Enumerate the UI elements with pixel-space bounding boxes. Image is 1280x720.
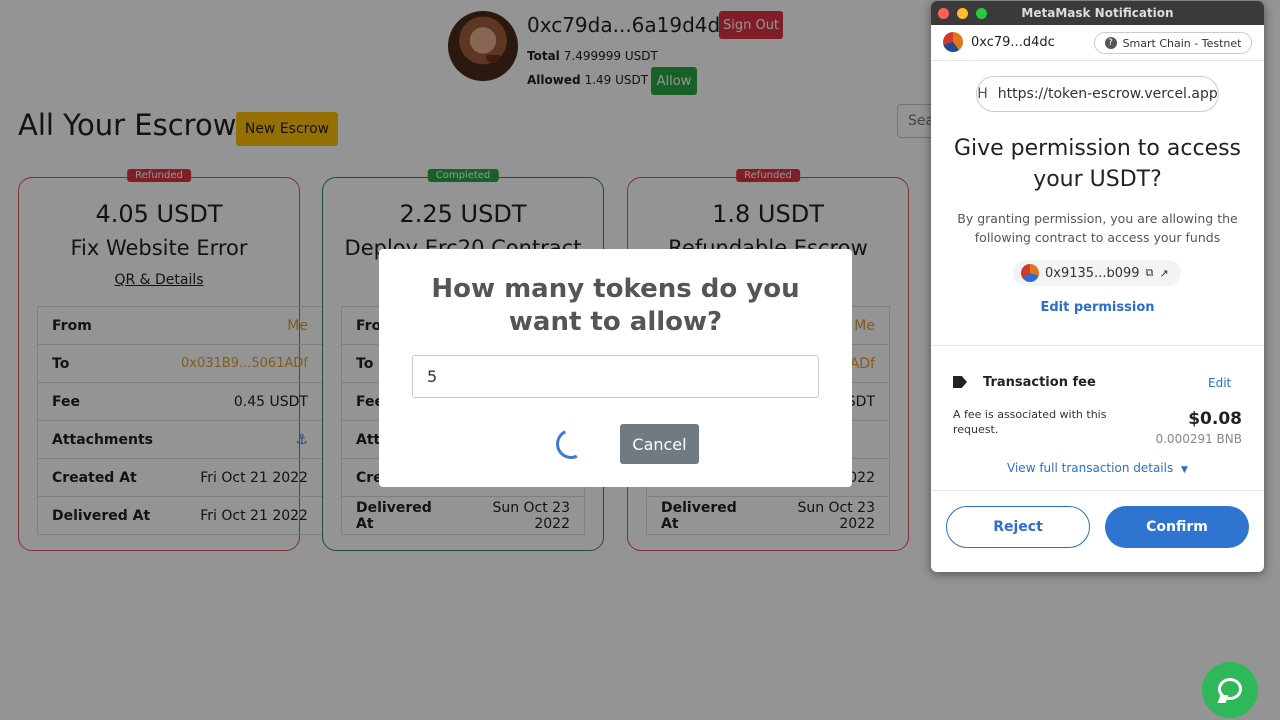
permission-title: Give permission to access your USDT? xyxy=(953,136,1242,192)
window-title: MetaMask Notification xyxy=(1021,6,1174,20)
chat-bubble-tail xyxy=(1217,695,1229,703)
network-question-icon: ? xyxy=(1104,37,1117,49)
origin-site: H https://token-escrow.vercel.app xyxy=(976,76,1219,112)
divider xyxy=(931,490,1264,491)
divider xyxy=(931,345,1264,346)
fee-bnb-amount: 0.000291 BNB xyxy=(1155,432,1242,446)
transaction-fee-label: Transaction fee xyxy=(983,375,1096,390)
contract-address: 0x9135...b099 xyxy=(1045,265,1140,281)
cancel-button[interactable]: Cancel xyxy=(620,424,699,464)
site-initial-icon: H xyxy=(977,86,988,102)
metamask-window: MetaMask Notification 0xc79...d4dc ? Sma… xyxy=(931,1,1264,572)
permission-description: By granting permission, you are allowing… xyxy=(957,211,1238,245)
dialog-question: How many tokens do you want to allow? xyxy=(431,274,800,337)
account-name: 0xc79...d4dc xyxy=(971,35,1055,50)
loading-spinner-icon xyxy=(551,424,591,464)
fee-usd-amount: $0.08 xyxy=(1188,409,1242,429)
network-selector[interactable]: ? Smart Chain - Testnet xyxy=(1094,32,1252,54)
allow-tokens-dialog: How many tokens do you want to allow? 5 … xyxy=(379,249,852,487)
confirm-button[interactable]: Confirm xyxy=(1105,506,1249,548)
copy-icon[interactable]: ⧉ xyxy=(1146,266,1154,280)
token-amount-input[interactable]: 5 xyxy=(412,355,819,398)
view-details-link[interactable]: View full transaction details ▼ xyxy=(931,461,1264,475)
external-link-icon[interactable]: ↗ xyxy=(1159,267,1168,280)
caret-down-icon: ▼ xyxy=(1181,465,1188,475)
network-name: Smart Chain - Testnet xyxy=(1122,36,1242,50)
chat-widget-button[interactable] xyxy=(1202,662,1258,718)
window-titlebar: MetaMask Notification xyxy=(931,1,1264,25)
account-header: 0xc79...d4dc ? Smart Chain - Testnet xyxy=(931,25,1264,61)
reject-button[interactable]: Reject xyxy=(946,506,1090,548)
fee-edit-link[interactable]: Edit xyxy=(1208,376,1231,390)
tag-icon xyxy=(953,376,967,388)
account-avatar-icon xyxy=(943,32,963,52)
contract-avatar-icon xyxy=(1021,264,1039,282)
fee-note: A fee is associated with this request. xyxy=(953,408,1107,436)
contract-address-pill: 0x9135...b099 ⧉ ↗ xyxy=(1013,260,1181,286)
view-details-label: View full transaction details xyxy=(1007,461,1174,475)
escrow-page: 0xc79da...6a19d4d Sign Out Total 7.499999… xyxy=(0,0,1280,720)
edit-permission-link[interactable]: Edit permission xyxy=(931,300,1264,315)
site-url: https://token-escrow.vercel.app xyxy=(997,86,1218,102)
